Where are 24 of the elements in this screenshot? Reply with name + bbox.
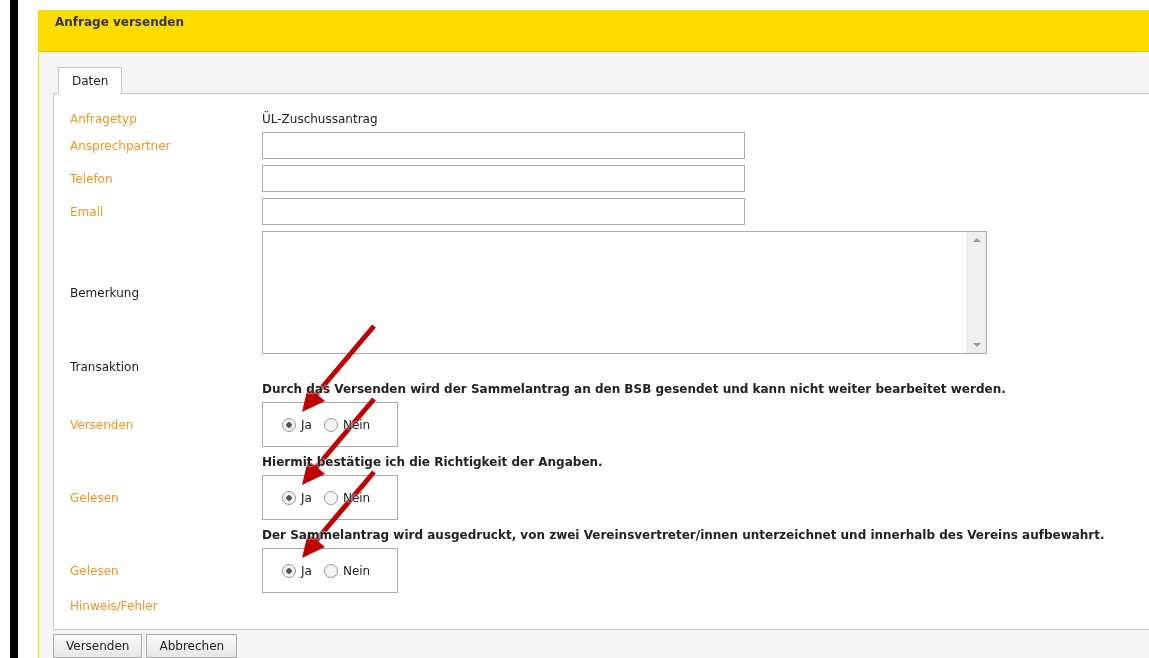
field-value: ÜL-Zuschussantrag bbox=[262, 112, 379, 126]
scrollbar[interactable] bbox=[967, 232, 986, 353]
remark-field[interactable] bbox=[262, 231, 987, 354]
tab[interactable]: Daten bbox=[58, 67, 123, 94]
field-label: Email bbox=[70, 204, 105, 219]
field-label: Gelesen bbox=[70, 563, 120, 578]
field-label: Ansprechpartner bbox=[70, 138, 172, 153]
field-label: Gelesen bbox=[70, 490, 120, 505]
input-field[interactable] bbox=[262, 165, 745, 192]
radio-option[interactable]: Ja bbox=[282, 417, 312, 432]
field-label: Transaktion bbox=[70, 360, 140, 374]
radio-option[interactable]: Ja bbox=[282, 490, 312, 505]
field-label: Hinweis/Fehler bbox=[70, 599, 159, 613]
field-label: Telefon bbox=[70, 171, 114, 186]
radio-option[interactable]: Nein bbox=[323, 563, 371, 578]
radio-option[interactable]: Ja bbox=[282, 563, 312, 578]
input-field[interactable] bbox=[262, 198, 745, 225]
input-field[interactable] bbox=[262, 132, 745, 159]
dialog-title: Anfrage versenden bbox=[55, 15, 184, 29]
form-button[interactable]: Versenden bbox=[53, 634, 143, 658]
field-label: Anfragetyp bbox=[70, 112, 138, 126]
field-label: Versenden bbox=[70, 417, 135, 432]
form-button[interactable]: Abbrechen bbox=[146, 634, 238, 658]
field-label: Bemerkung bbox=[70, 285, 141, 300]
